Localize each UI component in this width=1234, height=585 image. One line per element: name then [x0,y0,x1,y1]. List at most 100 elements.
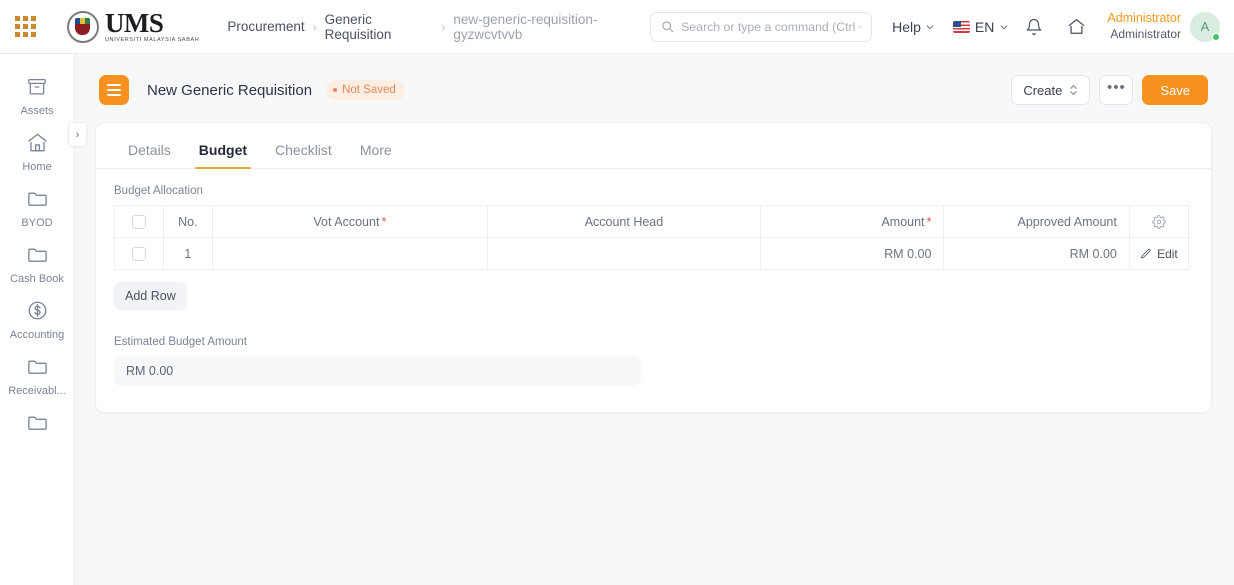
folder-icon [26,187,49,210]
folder-icon [26,355,49,378]
estimated-budget-label: Estimated Budget Amount [114,336,247,348]
tab-more[interactable]: More [346,143,406,168]
breadcrumb-item-procurement[interactable]: Procurement [227,19,304,34]
document-header: New Generic Requisition Not Saved Create… [95,68,1212,112]
user-menu[interactable]: Administrator Administrator A [1107,11,1220,42]
column-approved-amount: Approved Amount [943,205,1130,238]
select-all-checkbox[interactable] [131,214,146,229]
row-approved-amount[interactable]: RM 0.00 [943,237,1130,270]
required-asterisk: * [381,214,387,229]
sidebar-collapse-toggle[interactable]: › [68,122,87,147]
budget-tab-panel: Budget Allocation No. Vot Account * Accou… [96,169,1211,412]
top-navbar-actions: Help EN Administrato [650,10,1234,44]
status-dot-icon [333,88,338,92]
add-row-button[interactable]: Add Row [114,282,187,310]
sidebar-item-label: Assets [20,105,54,117]
dollar-circle-icon [26,299,49,322]
column-vot-account: Vot Account * [211,205,488,238]
row-checkbox[interactable] [131,246,146,261]
tab-details[interactable]: Details [114,143,185,168]
save-button[interactable]: Save [1142,75,1208,105]
sidebar-item-cash-book[interactable]: Cash Book [0,235,74,291]
sidebar: Assets Home BYOD Cash Book Accounting Re… [0,54,75,585]
edit-row-button[interactable]: Edit [1130,247,1188,261]
home-icon [26,131,49,154]
sidebar-item-receivables[interactable]: Receivabl... [0,347,74,403]
row-amount[interactable]: RM 0.00 [759,237,945,270]
sidebar-item-label: Accounting [9,329,65,341]
tab-budget[interactable]: Budget [185,143,261,169]
row-edit-cell[interactable]: Edit [1128,237,1190,270]
bell-icon[interactable] [1017,10,1051,44]
page-content: › New Generic Requisition Not Saved Crea… [68,54,1234,585]
sidebar-item-label: Home [22,161,52,173]
pencil-icon [1140,248,1152,260]
logo-text: UMS [104,7,164,38]
sidebar-item-accounting[interactable]: Accounting [0,291,74,347]
folder-icon [26,411,49,434]
chevron-down-icon [925,22,935,32]
column-amount: Amount * [759,205,945,238]
breadcrumb-separator: › [441,19,446,34]
status-dot [1212,32,1220,41]
create-button-label: Create [1023,82,1063,98]
ums-logo[interactable]: UMS UNIVERSITI MALAYSIA SABAH [66,7,200,44]
avatar-initial: A [1200,19,1210,34]
column-amount-label: Amount [881,214,925,229]
estimated-budget-field[interactable]: RM 0.00 [114,356,641,386]
avatar[interactable]: A [1190,11,1220,42]
chevron-updown-icon [1069,83,1078,97]
search-input[interactable] [681,19,862,34]
folder-icon [26,243,49,266]
language-label: EN [974,18,995,35]
logo-subtitle: UNIVERSITI MALAYSIA SABAH [104,36,200,43]
help-menu[interactable]: Help [892,19,935,35]
tab-checklist[interactable]: Checklist [261,143,346,168]
chevron-down-icon [999,22,1009,32]
table-row[interactable]: 1 RM 0.00 RM 0.00 Edit [114,237,1190,270]
more-actions-button[interactable]: ••• [1099,75,1134,105]
table-header-row: No. Vot Account * Account Head Amount * Ap… [114,205,1190,238]
apps-grid-icon[interactable] [0,16,51,37]
breadcrumb-item-current: new-generic-requisition-gyzwcvtvvb [453,11,598,42]
tab-bar: Details Budget Checklist More [96,123,1211,169]
page-title: New Generic Requisition [147,81,313,99]
us-flag-icon [952,20,970,33]
search-box[interactable] [650,11,873,42]
home-icon[interactable] [1059,10,1093,44]
sidebar-item-byod[interactable]: BYOD [0,179,74,235]
sidebar-item-assets[interactable]: Assets [0,68,74,123]
sidebar-item-more[interactable] [0,403,74,447]
budget-allocation-table: No. Vot Account * Account Head Amount * Ap… [114,205,1190,270]
sidebar-item-label: BYOD [21,217,53,229]
language-selector[interactable]: EN [952,18,1009,35]
column-vot-account-label: Vot Account [313,214,380,229]
row-account-head[interactable] [486,237,762,270]
sidebar-item-label: Cash Book [10,273,64,285]
breadcrumb-separator: › [312,19,317,34]
budget-allocation-label: Budget Allocation [114,185,203,197]
create-button[interactable]: Create [1011,75,1091,105]
column-account-head: Account Head [486,205,762,238]
row-vot-account[interactable] [211,237,488,270]
sidebar-item-label: Receivabl... [8,385,66,397]
select-all-header[interactable] [114,205,164,238]
box-icon [26,76,48,98]
document-card: Details Budget Checklist More Budget All… [95,122,1212,413]
status-badge: Not Saved [326,80,405,100]
row-select-cell[interactable] [114,237,164,270]
column-no: No. [162,205,213,238]
help-label: Help [892,18,921,35]
column-settings[interactable] [1128,205,1190,238]
row-number: 1 [162,237,213,270]
hamburger-icon[interactable] [99,75,129,105]
gear-icon[interactable] [1130,214,1188,229]
status-badge-label: Not Saved [342,84,396,96]
document-actions: Create ••• Save [1011,75,1208,105]
required-asterisk: * [926,214,932,229]
search-icon [661,20,674,33]
top-navbar: UMS UNIVERSITI MALAYSIA SABAH Procuremen… [0,0,1234,54]
edit-row-label: Edit [1157,246,1178,261]
breadcrumb-item-generic-requisition[interactable]: Generic Requisition [325,12,434,42]
sidebar-item-home[interactable]: Home [0,123,74,179]
